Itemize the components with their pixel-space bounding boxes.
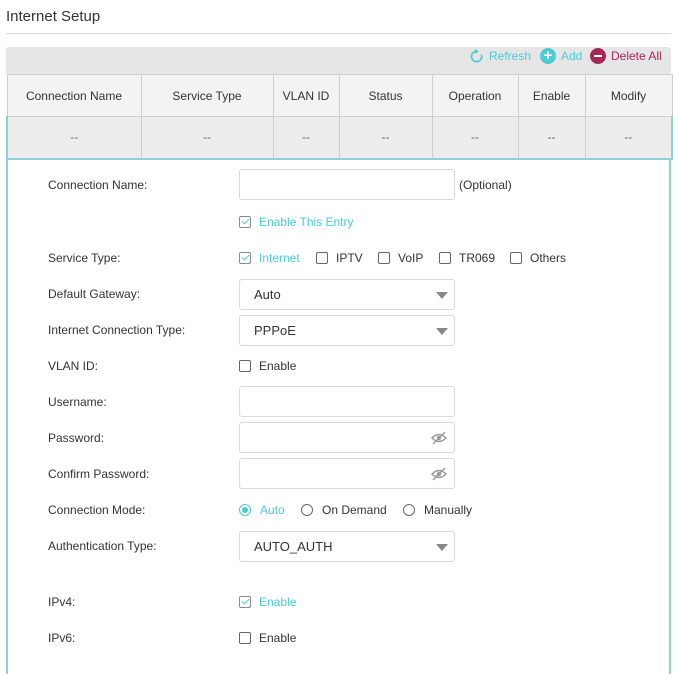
checkbox-box xyxy=(239,252,251,264)
add-label: Add xyxy=(561,49,583,63)
page-title: Internet Setup xyxy=(6,8,101,25)
service-internet-checkbox[interactable]: Internet xyxy=(239,251,300,265)
connections-table: Connection Name Service Type VLAN ID Sta… xyxy=(6,74,673,160)
vlan-id-label: VLAN ID: xyxy=(48,359,99,373)
checkbox-box xyxy=(510,252,522,264)
table-cell: -- xyxy=(517,116,586,160)
mode-option-label: On Demand xyxy=(322,503,387,517)
column-header-enable: Enable xyxy=(517,74,586,117)
enable-entry-label: Enable This Entry xyxy=(259,215,354,229)
checkbox-box xyxy=(378,252,390,264)
ipv6-enable-label: Enable xyxy=(259,631,297,645)
table-row[interactable]: -- -- -- -- -- -- -- xyxy=(6,116,673,160)
vlan-enable-label: Enable xyxy=(259,359,297,373)
table-cell: -- xyxy=(431,116,519,160)
service-option-label: IPTV xyxy=(336,251,363,265)
default-gateway-select[interactable]: Auto xyxy=(239,279,455,310)
service-others-checkbox[interactable]: Others xyxy=(510,251,566,265)
ipv4-enable-checkbox[interactable]: Enable xyxy=(239,595,296,609)
checkbox-box xyxy=(239,216,251,228)
eye-off-icon[interactable] xyxy=(431,431,447,445)
default-gateway-label: Default Gateway: xyxy=(48,287,141,301)
confirm-password-label: Confirm Password: xyxy=(48,467,150,481)
service-voip-checkbox[interactable]: VoIP xyxy=(378,251,423,265)
table-cell: -- xyxy=(272,116,340,160)
table-cell: -- xyxy=(140,116,274,160)
column-header-operation: Operation xyxy=(431,74,519,117)
radio-dot xyxy=(301,504,313,516)
username-label: Username: xyxy=(48,395,107,409)
delete-all-button[interactable]: Delete All xyxy=(590,48,662,64)
ipv6-enable-checkbox[interactable]: Enable xyxy=(239,631,296,645)
mode-auto-radio[interactable]: Auto xyxy=(239,503,285,517)
checkbox-box xyxy=(316,252,328,264)
connection-type-value: PPPoE xyxy=(254,323,296,338)
auth-type-select[interactable]: AUTO_AUTH xyxy=(239,531,455,562)
add-button[interactable]: + Add xyxy=(540,48,582,64)
auth-type-value: AUTO_AUTH xyxy=(254,539,333,554)
password-label: Password: xyxy=(48,431,105,445)
column-header-connection-name: Connection Name xyxy=(6,74,142,117)
service-option-label: Others xyxy=(530,251,567,265)
service-tr069-checkbox[interactable]: TR069 xyxy=(439,251,495,265)
service-option-label: Internet xyxy=(259,251,300,265)
default-gateway-value: Auto xyxy=(254,287,281,302)
username-input[interactable] xyxy=(239,386,455,417)
service-type-label: Service Type: xyxy=(48,251,121,265)
minus-circle-icon xyxy=(590,48,606,64)
connection-type-label: Internet Connection Type: xyxy=(48,323,186,337)
service-iptv-checkbox[interactable]: IPTV xyxy=(316,251,363,265)
table-header-row: Connection Name Service Type VLAN ID Sta… xyxy=(6,74,673,117)
checkbox-box xyxy=(239,360,251,372)
radio-dot xyxy=(403,504,415,516)
connection-name-label: Connection Name: xyxy=(48,178,148,192)
title-divider xyxy=(6,33,671,34)
connection-mode-label: Connection Mode: xyxy=(48,503,146,517)
ipv4-enable-label: Enable xyxy=(259,595,297,609)
mode-option-label: Manually xyxy=(424,503,473,517)
auth-type-label: Authentication Type: xyxy=(48,539,157,553)
connection-type-select[interactable]: PPPoE xyxy=(239,315,455,346)
mode-option-label: Auto xyxy=(260,503,285,517)
refresh-button[interactable]: Refresh xyxy=(468,48,531,64)
optional-hint: (Optional) xyxy=(459,178,512,192)
refresh-label: Refresh xyxy=(489,49,532,63)
table-cell: -- xyxy=(6,116,142,160)
mode-manually-radio[interactable]: Manually xyxy=(403,503,472,517)
vlan-enable-checkbox[interactable]: Enable xyxy=(239,359,296,373)
checkbox-box xyxy=(239,632,251,644)
column-header-vlan-id: VLAN ID xyxy=(272,74,340,117)
service-option-label: TR069 xyxy=(459,251,496,265)
chevron-down-icon xyxy=(436,328,448,335)
plus-circle-icon: + xyxy=(540,48,556,64)
column-header-status: Status xyxy=(338,74,433,117)
refresh-icon xyxy=(468,48,484,64)
table-cell: -- xyxy=(338,116,433,160)
mode-on-demand-radio[interactable]: On Demand xyxy=(301,503,387,517)
enable-entry-checkbox[interactable]: Enable This Entry xyxy=(239,215,354,229)
ipv4-label: IPv4: xyxy=(48,595,76,609)
eye-off-icon[interactable] xyxy=(431,467,447,481)
checkbox-box xyxy=(439,252,451,264)
checkbox-box xyxy=(239,596,251,608)
column-header-service-type: Service Type xyxy=(140,74,274,117)
table-cell: -- xyxy=(584,116,673,160)
delete-all-label: Delete All xyxy=(611,49,662,63)
ipv6-label: IPv6: xyxy=(48,631,76,645)
chevron-down-icon xyxy=(436,292,448,299)
radio-dot xyxy=(239,504,251,516)
chevron-down-icon xyxy=(436,544,448,551)
password-input[interactable] xyxy=(239,422,455,453)
connection-name-input[interactable] xyxy=(239,169,455,200)
table-toolbar: Refresh + Add Delete All xyxy=(6,47,671,74)
confirm-password-input[interactable] xyxy=(239,458,455,489)
service-option-label: VoIP xyxy=(398,251,424,265)
column-header-modify: Modify xyxy=(584,74,673,117)
